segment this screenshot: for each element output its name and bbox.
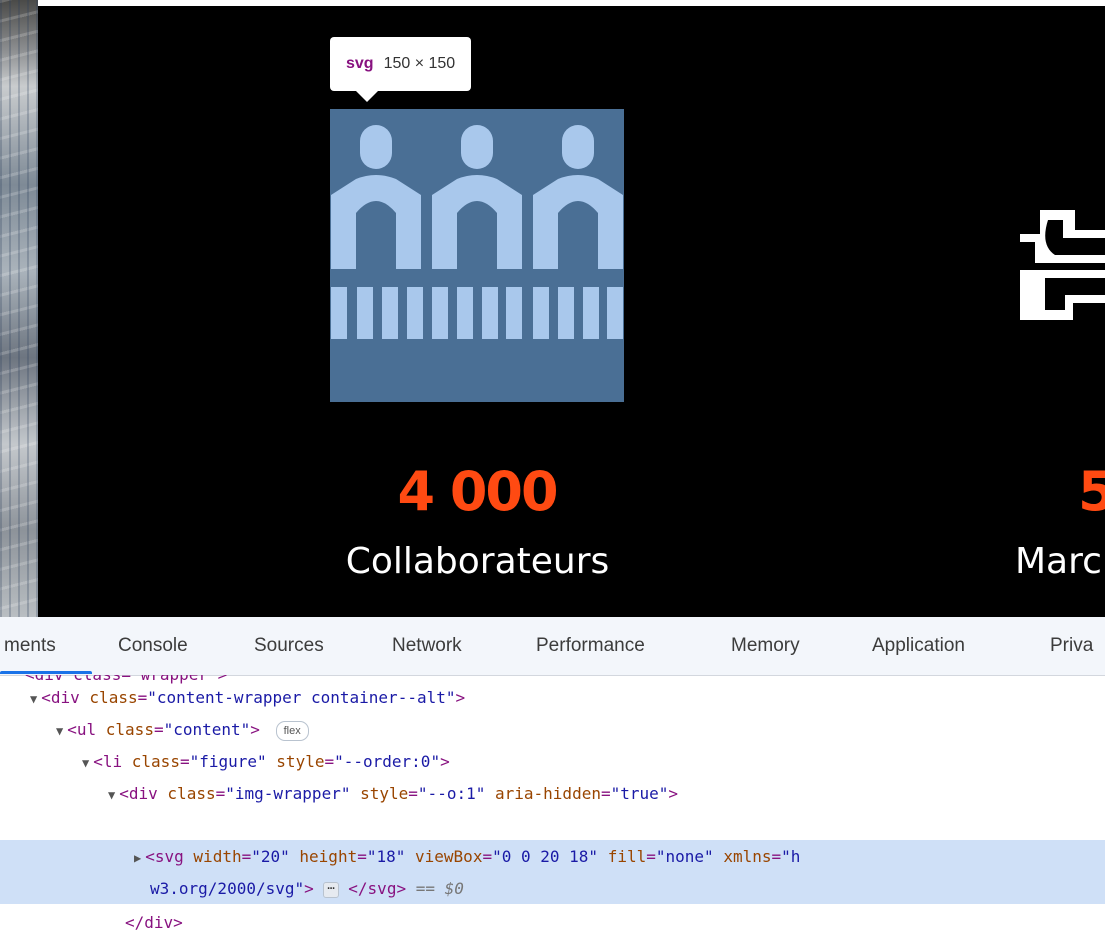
tab-performance[interactable]: Performance bbox=[536, 635, 645, 657]
top-edge bbox=[0, 0, 1105, 6]
building-photo-strip bbox=[0, 0, 38, 617]
svg-highlight-overlay[interactable] bbox=[330, 109, 624, 402]
tab-console[interactable]: Console bbox=[118, 635, 188, 657]
inspector-tooltip: svg 150 × 150 bbox=[330, 37, 472, 102]
devtools-panel: ments Console Sources Network Performanc… bbox=[0, 617, 1105, 945]
dom-line-img-wrapper[interactable]: ▼ <div class="img-wrapper" style="--o:1" … bbox=[108, 778, 678, 810]
devtools-tabbar: ments Console Sources Network Performanc… bbox=[0, 617, 1105, 676]
active-tab-indicator bbox=[0, 671, 92, 674]
stat-label-2: Marc bbox=[1015, 541, 1102, 582]
tab-privacy[interactable]: Priva bbox=[1050, 635, 1093, 657]
tooltip-tag: svg bbox=[346, 55, 374, 72]
stat-value-2: 5 bbox=[1078, 460, 1105, 523]
people-group-icon bbox=[331, 125, 623, 339]
dom-line-svg-selected[interactable]: ▶ <svg width="20" height="18" viewBox="0 … bbox=[134, 841, 800, 873]
expand-triangle-icon[interactable]: ▼ bbox=[56, 724, 63, 738]
stat-value: 4 000 bbox=[397, 460, 558, 523]
tab-network[interactable]: Network bbox=[392, 635, 462, 657]
dom-line-div-close[interactable]: </div> bbox=[125, 907, 183, 939]
collapse-triangle-icon[interactable]: ▶ bbox=[134, 851, 141, 865]
dom-line-ul-content[interactable]: ▼ <ul class="content"> flex bbox=[56, 714, 309, 746]
tooltip-dimensions: 150 × 150 bbox=[383, 55, 456, 72]
dom-line-svg-selected-cont[interactable]: w3.org/2000/svg"> ⋯ </svg> == $0 bbox=[150, 873, 464, 905]
selected-marker: == $0 bbox=[415, 879, 464, 898]
expand-triangle-icon[interactable]: ▼ bbox=[82, 756, 89, 770]
tab-sources[interactable]: Sources bbox=[254, 635, 324, 657]
dom-tree[interactable]: <div class="wrapper"> ▼<div class="conte… bbox=[0, 675, 1105, 945]
expand-triangle-icon[interactable]: ▼ bbox=[108, 788, 115, 802]
tab-elements[interactable]: ments bbox=[4, 635, 56, 657]
ellipsis-button[interactable]: ⋯ bbox=[323, 881, 339, 898]
dom-line-content-wrapper[interactable]: ▼ <div class="content-wrapper container--… bbox=[30, 682, 465, 714]
tab-memory[interactable]: Memory bbox=[731, 635, 800, 657]
page-viewport: svg 150 × 150 4 000 Collaborateurs 5 Mar… bbox=[0, 0, 1105, 617]
tab-application[interactable]: Application bbox=[872, 635, 965, 657]
dom-line-li-figure[interactable]: ▼ <li class="figure" style="--order:0"> bbox=[82, 746, 450, 778]
expand-triangle-icon[interactable]: ▼ bbox=[30, 692, 37, 706]
flex-badge[interactable]: flex bbox=[275, 720, 309, 741]
cut-off-icon bbox=[1020, 210, 1105, 320]
stat-label: Collaborateurs bbox=[345, 541, 610, 582]
